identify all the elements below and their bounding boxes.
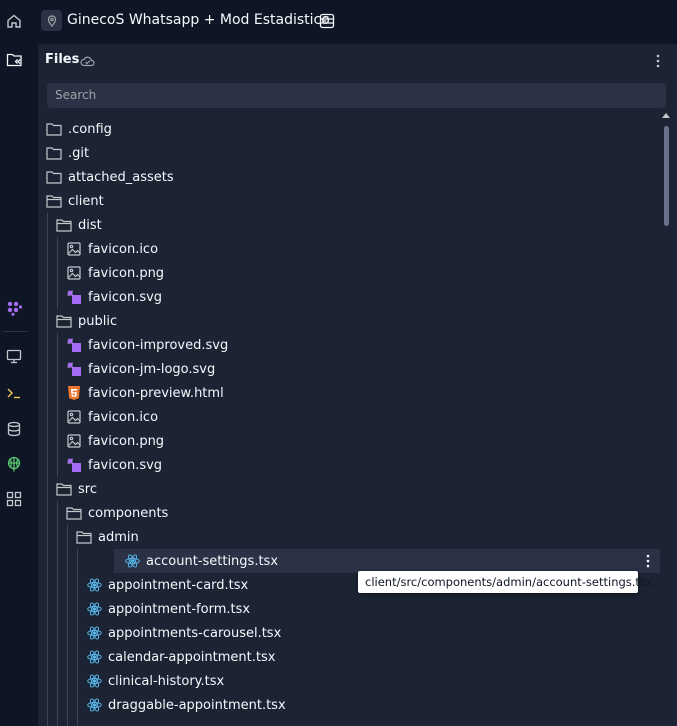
- search-placeholder: Search: [55, 88, 97, 102]
- folder-icon: [46, 146, 62, 160]
- layout-icon[interactable]: [318, 12, 336, 30]
- tree-file[interactable]: favicon-jm-logo.svg: [38, 357, 660, 381]
- tree-folder[interactable]: .config: [38, 117, 660, 141]
- tree-item-label: appointment-form.tsx: [108, 601, 251, 617]
- folder-open-icon: [56, 314, 72, 328]
- svg-file-icon: [66, 290, 82, 304]
- html-file-icon: [66, 386, 82, 400]
- home-icon[interactable]: [5, 12, 23, 30]
- tree-folder[interactable]: src: [38, 477, 660, 501]
- image-file-icon: [66, 242, 82, 256]
- tree-folder[interactable]: attached_assets: [38, 165, 660, 189]
- repl-avatar[interactable]: [41, 10, 62, 31]
- react-file-icon: [86, 698, 102, 712]
- tree-file[interactable]: favicon.ico: [38, 237, 660, 261]
- tree-file[interactable]: draggable-appointment.tsx: [38, 693, 660, 717]
- tree-file[interactable]: appointments-carousel.tsx: [38, 621, 660, 645]
- tree-item-label: favicon.ico: [88, 409, 159, 425]
- tree-item-label: favicon-preview.html: [88, 385, 224, 401]
- search-input[interactable]: Search: [47, 83, 666, 108]
- image-file-icon: [66, 410, 82, 424]
- files-title: Files: [45, 52, 80, 67]
- tree-item-label: .config: [68, 121, 112, 137]
- image-file-icon: [66, 266, 82, 280]
- shell-icon[interactable]: [5, 384, 23, 402]
- tree-file[interactable]: favicon.ico: [38, 405, 660, 429]
- tree-file[interactable]: calendar-appointment.tsx: [38, 645, 660, 669]
- tree-item-label: favicon.png: [88, 433, 165, 449]
- extensions-icon[interactable]: [5, 299, 23, 317]
- tree-item-label: dist: [78, 217, 102, 233]
- react-file-icon: [86, 650, 102, 664]
- tree-item-label: .git: [68, 145, 90, 161]
- tree-file[interactable]: clinical-history.tsx: [38, 669, 660, 693]
- tree-item-label: appointments-carousel.tsx: [108, 625, 282, 641]
- folder-icon: [46, 170, 62, 184]
- tree-folder[interactable]: dist: [38, 213, 660, 237]
- svg-file-icon: [66, 338, 82, 352]
- tree-file[interactable]: favicon.svg: [38, 453, 660, 477]
- tree-item-label: favicon.svg: [88, 289, 163, 305]
- svg-file-icon: [66, 458, 82, 472]
- tree-folder[interactable]: admin: [38, 525, 660, 549]
- react-file-icon: [86, 626, 102, 640]
- image-file-icon: [66, 434, 82, 448]
- react-file-icon: [86, 578, 102, 592]
- tree-file[interactable]: favicon.png: [38, 429, 660, 453]
- path-tooltip: client/src/components/admin/account-sett…: [358, 571, 653, 593]
- tree-file[interactable]: favicon.svg: [38, 285, 660, 309]
- tree-item-label: favicon.ico: [88, 241, 159, 257]
- tooltip-text: client/src/components/admin/account-sett…: [365, 575, 653, 589]
- tree-folder[interactable]: components: [38, 501, 660, 525]
- deploy-icon[interactable]: [5, 455, 23, 473]
- tree-item-label: src: [78, 481, 97, 497]
- tree-item-label: public: [78, 313, 118, 329]
- tree-folder[interactable]: public: [38, 309, 660, 333]
- row-more-options-icon[interactable]: [641, 553, 655, 569]
- tree-folder[interactable]: .git: [38, 141, 660, 165]
- svg-file-icon: [66, 362, 82, 376]
- database-icon[interactable]: [5, 420, 23, 438]
- app-title[interactable]: GinecoS Whatsapp + Mod Estadistico: [67, 12, 330, 28]
- react-file-icon: [124, 554, 140, 568]
- tree-item-label: clinical-history.tsx: [108, 673, 225, 689]
- more-options-icon[interactable]: [650, 52, 666, 70]
- tree-folder[interactable]: client: [38, 189, 660, 213]
- scrollbar-thumb[interactable]: [664, 126, 669, 226]
- activity-rail: [0, 0, 28, 726]
- react-file-icon: [86, 674, 102, 688]
- folder-icon: [46, 122, 62, 136]
- tree-item-label: favicon.svg: [88, 457, 163, 473]
- cloud-sync-icon: [79, 53, 95, 69]
- tree-item-label: calendar-appointment.tsx: [108, 649, 276, 665]
- tree-item-label: appointment-card.tsx: [108, 577, 249, 593]
- tree-file[interactable]: account-settings.tsx: [114, 549, 660, 573]
- files-icon[interactable]: [5, 51, 23, 69]
- tree-file[interactable]: favicon.png: [38, 261, 660, 285]
- folder-open-icon: [56, 218, 72, 232]
- folder-open-icon: [76, 530, 92, 544]
- tree-item-label: favicon.png: [88, 265, 165, 281]
- react-file-icon: [86, 602, 102, 616]
- folder-open-icon: [56, 482, 72, 496]
- tree-file[interactable]: favicon-improved.svg: [38, 333, 660, 357]
- rail-divider: [3, 331, 27, 332]
- tree-item-label: components: [88, 505, 169, 521]
- folder-open-icon: [46, 194, 62, 208]
- folder-open-icon: [66, 506, 82, 520]
- tree-item-label: attached_assets: [68, 169, 174, 185]
- tree-item-label: client: [68, 193, 104, 209]
- apps-icon[interactable]: [5, 490, 23, 508]
- preview-icon[interactable]: [5, 347, 23, 365]
- tree-item-label: admin: [98, 529, 139, 545]
- tree-item-label: favicon-jm-logo.svg: [88, 361, 216, 377]
- tree-item-label: account-settings.tsx: [146, 553, 279, 569]
- tree-file[interactable]: appointment-form.tsx: [38, 597, 660, 621]
- tree-item-label: draggable-appointment.tsx: [108, 697, 286, 713]
- tree-file[interactable]: favicon-preview.html: [38, 381, 660, 405]
- tree-item-label: favicon-improved.svg: [88, 337, 229, 353]
